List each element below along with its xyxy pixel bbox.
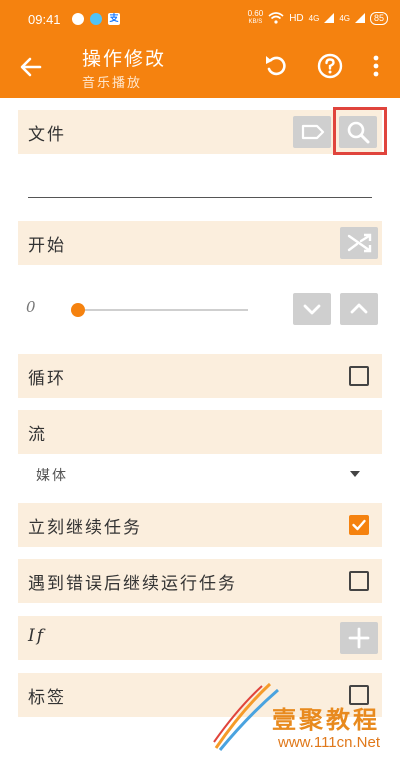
file-input-underline[interactable]: [28, 197, 372, 198]
watermark-brand: 壹聚教程: [272, 706, 380, 734]
loop-checkbox[interactable]: [349, 366, 369, 386]
checkmark-icon: [352, 519, 366, 531]
dropdown-arrow-icon[interactable]: [350, 471, 360, 477]
error-continue-checkbox[interactable]: [349, 571, 369, 591]
tag-label: 标签: [28, 688, 66, 708]
chevron-up-icon: [350, 303, 368, 314]
tag-variable-button[interactable]: [293, 116, 331, 148]
network-speed: 0.60 KB/S: [248, 10, 264, 26]
undo-icon[interactable]: [262, 52, 290, 80]
file-row: 文件: [18, 110, 382, 154]
highlight-box: [333, 107, 387, 155]
page-subtitle: 音乐播放: [82, 76, 143, 91]
increase-button[interactable]: [340, 293, 378, 325]
signal-bars-icon: [324, 13, 335, 23]
battery-indicator: 85: [369, 11, 388, 25]
label-tag-icon: [301, 124, 325, 140]
file-label: 文件: [28, 125, 66, 145]
page-title: 操作修改: [82, 48, 167, 70]
hd-label: HD: [289, 12, 304, 24]
shuffle-icon: [347, 233, 372, 253]
stream-row: 流: [18, 410, 382, 454]
signal-bars-icon-2: [354, 13, 365, 23]
back-arrow-icon[interactable]: [18, 54, 44, 80]
alipay-icon: 支: [108, 13, 120, 25]
plus-icon: [348, 627, 370, 649]
notification-icon: [72, 13, 84, 25]
start-label: 开始: [28, 236, 66, 256]
if-label: If: [28, 626, 46, 646]
status-bar: 09:41 支 0.60 KB/S HD 4G 4G 85: [0, 0, 400, 34]
status-time: 09:41: [28, 12, 61, 27]
status-indicators: 0.60 KB/S HD 4G 4G 85: [248, 10, 388, 26]
stream-dropdown[interactable]: 媒体: [36, 465, 68, 485]
start-position-slider[interactable]: [71, 303, 248, 317]
shuffle-button[interactable]: [340, 227, 378, 259]
wifi-icon: [268, 12, 284, 24]
watermark-url: www.111cn.Net: [278, 734, 380, 751]
continue-checkbox[interactable]: [349, 515, 369, 535]
if-row: If: [18, 616, 382, 660]
add-condition-button[interactable]: [340, 622, 378, 654]
slider-thumb[interactable]: [71, 303, 85, 317]
error-continue-row: 遇到错误后继续运行任务: [18, 559, 382, 603]
stream-label: 流: [28, 425, 47, 445]
loop-row: 循环: [18, 354, 382, 398]
help-icon[interactable]: [316, 52, 344, 80]
signal-4g-2: 4G: [339, 13, 350, 23]
signal-4g-1: 4G: [308, 13, 320, 23]
toolbar: 操作修改 音乐播放: [0, 34, 400, 98]
continue-label: 立刻继续任务: [28, 518, 142, 538]
app-notification-icon: [90, 13, 102, 25]
decrease-button[interactable]: [293, 293, 331, 325]
more-options-icon[interactable]: [364, 52, 392, 80]
start-row: 开始: [18, 221, 382, 265]
error-continue-label: 遇到错误后继续运行任务: [28, 574, 237, 594]
slider-value: 0: [26, 298, 36, 316]
chevron-down-icon: [303, 304, 321, 315]
watermark: 壹聚教程 www.111cn.Net: [212, 680, 400, 756]
loop-label: 循环: [28, 369, 66, 389]
speed-unit: KB/S: [248, 19, 263, 25]
continue-row: 立刻继续任务: [18, 503, 382, 547]
speed-value: 0.60: [247, 9, 264, 18]
